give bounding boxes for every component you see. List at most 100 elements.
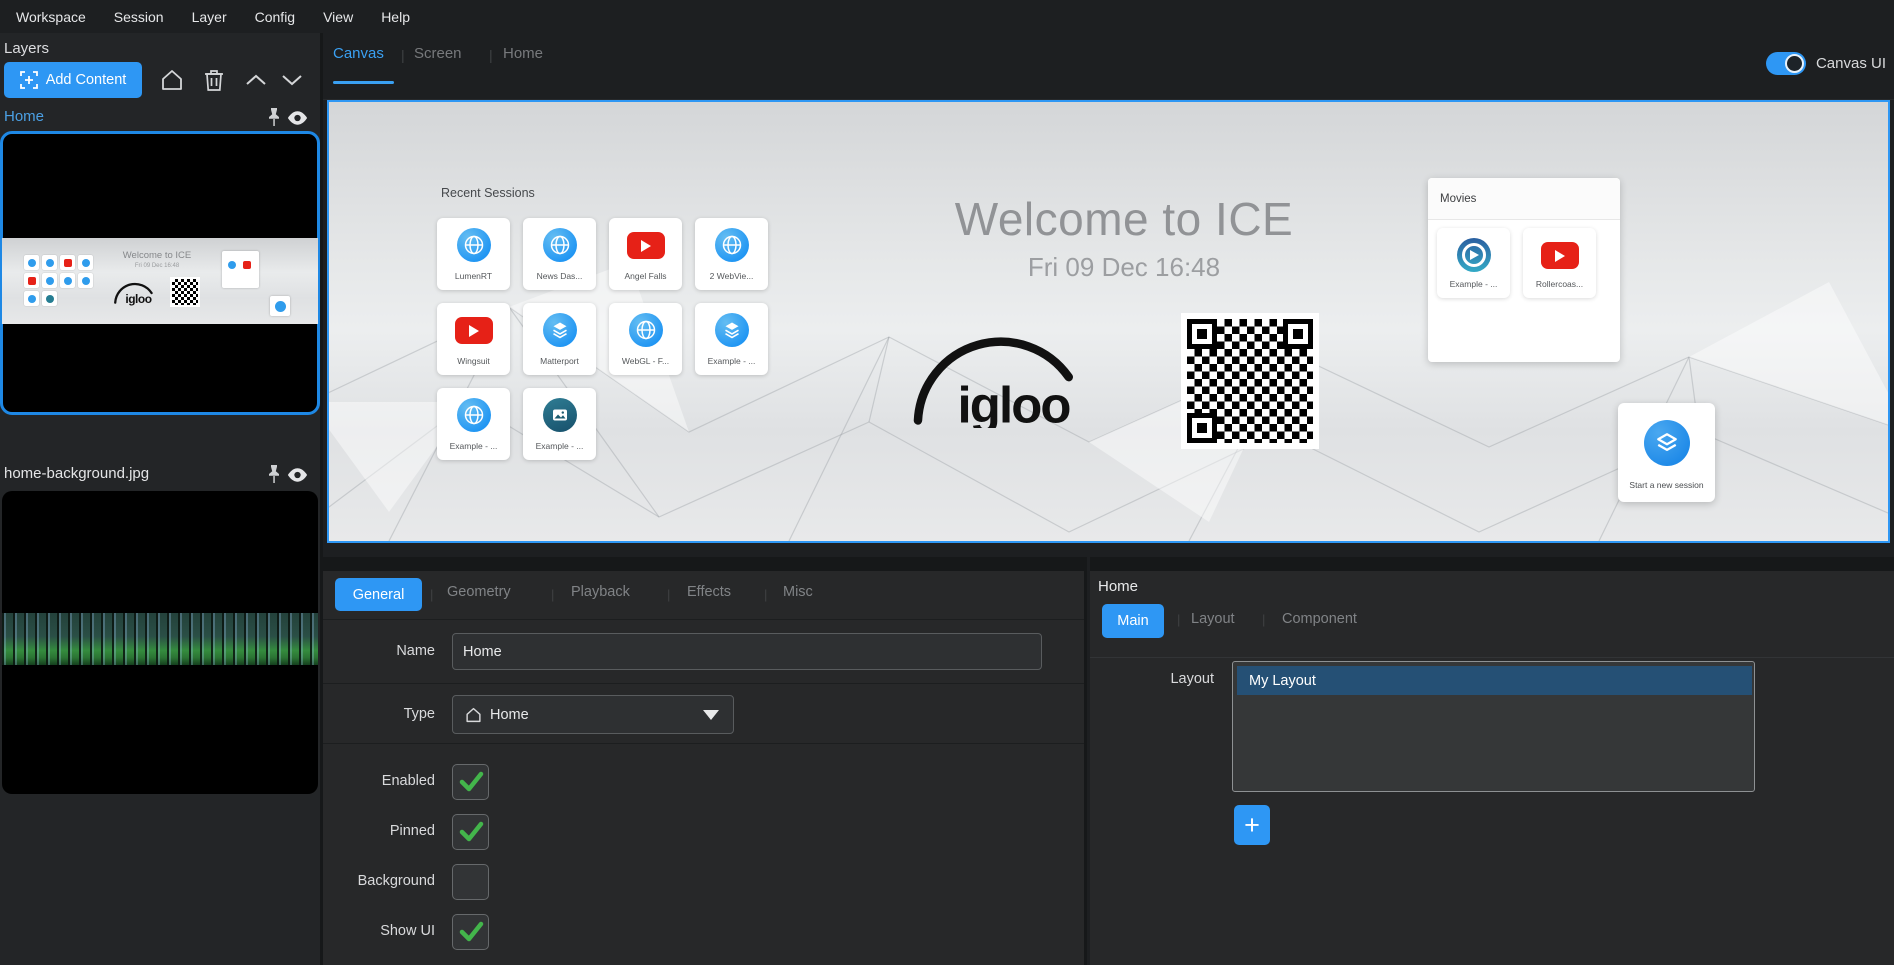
layers-icon xyxy=(1644,420,1690,466)
tab-main[interactable]: Main xyxy=(1102,604,1164,638)
menu-bar: Workspace Session Layer Config View Help xyxy=(0,0,1894,33)
add-layout-button[interactable]: + xyxy=(1234,805,1270,845)
session-tile[interactable]: Example - ... xyxy=(437,388,510,460)
add-content-button[interactable]: Add Content xyxy=(4,62,142,98)
start-new-session-tile[interactable]: Start a new session xyxy=(1618,403,1715,502)
checkmark-icon xyxy=(458,821,484,843)
layers-icon xyxy=(543,313,577,347)
eye-icon[interactable] xyxy=(286,467,309,483)
move-layer-down-icon[interactable] xyxy=(278,66,306,94)
session-tile[interactable]: LumenRT xyxy=(437,218,510,290)
mini-canvas-preview: Welcome to ICE Fri 09 Dec 16:48 igloo xyxy=(2,238,318,324)
mini-qr-code xyxy=(172,279,198,305)
menu-workspace[interactable]: Workspace xyxy=(16,9,86,25)
menu-session[interactable]: Session xyxy=(114,9,164,25)
session-tile[interactable]: News Das... xyxy=(523,218,596,290)
menu-help[interactable]: Help xyxy=(381,9,410,25)
tab-component[interactable]: Component xyxy=(1282,611,1357,627)
layer-header-home-background: home-background.jpg xyxy=(0,462,323,488)
forest-image-preview xyxy=(2,613,318,665)
tab-canvas[interactable]: Canvas xyxy=(333,45,384,62)
session-tile[interactable]: Matterport xyxy=(523,303,596,375)
name-input[interactable] xyxy=(452,633,1042,670)
home-panel-title: Home xyxy=(1098,578,1138,595)
add-content-icon xyxy=(20,71,38,89)
name-label: Name xyxy=(323,643,435,659)
menu-layer[interactable]: Layer xyxy=(192,9,227,25)
welcome-date: Fri 09 Dec 16:48 xyxy=(914,252,1334,283)
pinned-label: Pinned xyxy=(323,823,435,839)
pin-icon[interactable] xyxy=(266,107,282,128)
layer-header-home: Home xyxy=(0,105,323,131)
photo-icon xyxy=(543,398,577,432)
menu-config[interactable]: Config xyxy=(255,9,295,25)
layout-list-item-selected[interactable]: My Layout xyxy=(1237,666,1752,695)
show-ui-label: Show UI xyxy=(323,923,435,939)
home-icon[interactable] xyxy=(158,66,186,94)
home-type-icon xyxy=(465,707,482,723)
layer-thumbnail-home[interactable]: Welcome to ICE Fri 09 Dec 16:48 igloo xyxy=(2,133,318,413)
mini-igloo-logo: igloo xyxy=(112,280,158,306)
globe-icon xyxy=(543,228,577,262)
layers-panel: Layers Add Content Home xyxy=(0,33,323,965)
background-checkbox[interactable] xyxy=(452,864,489,900)
checkmark-icon xyxy=(458,921,484,943)
globe-icon xyxy=(457,398,491,432)
layer-name-home-background[interactable]: home-background.jpg xyxy=(4,465,149,482)
move-layer-up-icon[interactable] xyxy=(242,66,270,94)
layers-icon xyxy=(715,313,749,347)
session-tile[interactable]: Angel Falls xyxy=(609,218,682,290)
properties-tab-bar: General | Geometry | Playback | Effects … xyxy=(323,571,1084,620)
movie-tile[interactable]: Rollercoas... xyxy=(1523,228,1596,298)
pinned-checkbox[interactable] xyxy=(452,814,489,850)
tab-screen[interactable]: Screen xyxy=(414,45,462,62)
mini-date-text: Fri 09 Dec 16:48 xyxy=(102,263,212,269)
show-ui-checkbox[interactable] xyxy=(452,914,489,950)
mini-welcome-text: Welcome to ICE xyxy=(102,250,212,261)
enabled-checkbox[interactable] xyxy=(452,764,489,800)
pin-icon[interactable] xyxy=(266,464,282,485)
play-circle-icon xyxy=(1457,238,1491,272)
layout-list[interactable]: My Layout xyxy=(1232,661,1755,792)
enabled-label: Enabled xyxy=(323,773,435,789)
canvas-ui-toggle[interactable] xyxy=(1766,52,1806,75)
tab-home[interactable]: Home xyxy=(503,45,543,62)
movie-tile[interactable]: Example - ... xyxy=(1437,228,1510,298)
recent-sessions-title: Recent Sessions xyxy=(441,186,535,200)
tab-effects[interactable]: Effects xyxy=(687,584,731,600)
session-tile[interactable]: Wingsuit xyxy=(437,303,510,375)
checkmark-icon xyxy=(458,771,484,793)
tab-general[interactable]: General xyxy=(335,578,422,611)
globe-icon xyxy=(629,313,663,347)
session-tile[interactable]: Example - ... xyxy=(523,388,596,460)
layers-panel-title: Layers xyxy=(4,40,49,57)
mini-start-tile xyxy=(270,296,290,316)
igloo-logo: igloo xyxy=(899,330,1099,428)
movies-panel-title: Movies xyxy=(1428,178,1620,220)
layer-thumbnail-home-background[interactable] xyxy=(2,491,318,794)
session-tile[interactable]: 2 WebVie... xyxy=(695,218,768,290)
qr-code xyxy=(1181,313,1319,449)
type-dropdown[interactable]: Home xyxy=(452,695,734,734)
layout-label: Layout xyxy=(1090,671,1214,687)
canvas-ui-toggle-label: Canvas UI xyxy=(1816,55,1886,72)
type-label: Type xyxy=(323,706,435,722)
eye-icon[interactable] xyxy=(286,110,309,126)
tab-layout[interactable]: Layout xyxy=(1191,611,1235,627)
home-settings-panel: Home Main | Layout | Component Layout My… xyxy=(1090,557,1894,965)
layer-name-home[interactable]: Home xyxy=(4,108,44,125)
layer-properties-panel: General | Geometry | Playback | Effects … xyxy=(323,557,1087,965)
tab-playback[interactable]: Playback xyxy=(571,584,630,600)
canvas-preview[interactable]: Recent Sessions LumenRT News Das... Ange… xyxy=(327,100,1890,543)
active-tab-underline xyxy=(333,81,394,84)
globe-icon xyxy=(715,228,749,262)
session-tile[interactable]: Example - ... xyxy=(695,303,768,375)
trash-icon[interactable] xyxy=(200,66,228,94)
toggle-knob xyxy=(1785,54,1804,73)
tab-geometry[interactable]: Geometry xyxy=(447,584,511,600)
youtube-icon xyxy=(627,232,665,259)
menu-view[interactable]: View xyxy=(323,9,353,25)
tab-misc[interactable]: Misc xyxy=(783,584,813,600)
movies-panel: Movies Example - ... Rollercoas... xyxy=(1428,178,1620,362)
session-tile[interactable]: WebGL - F... xyxy=(609,303,682,375)
